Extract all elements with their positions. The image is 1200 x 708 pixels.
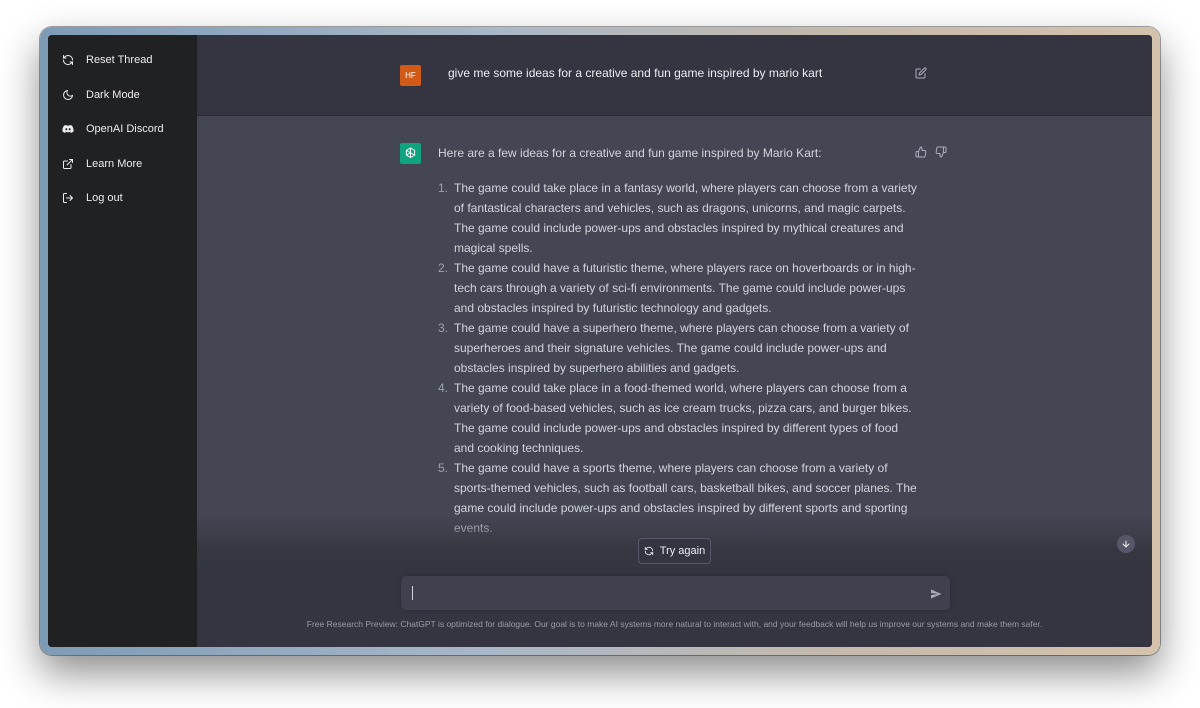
edit-icon[interactable] <box>915 66 927 79</box>
composer-area: Free Research Preview: ChatGPT is optimi… <box>197 567 1152 647</box>
sidebar-item-openai-discord[interactable]: OpenAI Discord <box>54 114 191 144</box>
sidebar-item-label: Reset Thread <box>86 54 153 66</box>
try-again-button[interactable]: Try again <box>638 538 711 564</box>
assistant-intro-text: Here are a few ideas for a creative and … <box>438 146 822 160</box>
footer-note: Free Research Preview: ChatGPT is optimi… <box>306 619 1043 629</box>
prompt-input[interactable] <box>409 582 913 606</box>
scroll-to-bottom-button[interactable] <box>1117 535 1135 553</box>
user-message-row: HF give me some ideas for a creative and… <box>197 35 1152 116</box>
feedback-buttons <box>915 146 947 158</box>
ideas-list: 1. The game could take place in a fantasy… <box>438 178 918 538</box>
list-number: 3. <box>438 321 449 335</box>
sidebar-item-log-out[interactable]: Log out <box>54 183 191 213</box>
list-number: 4. <box>438 381 449 395</box>
chatgpt-logo-icon <box>400 143 421 164</box>
list-number: 5. <box>438 461 449 475</box>
refresh-icon <box>62 54 74 66</box>
send-icon[interactable] <box>930 587 942 599</box>
list-number: 1. <box>438 181 449 195</box>
text-caret <box>412 586 413 600</box>
external-link-icon <box>62 158 74 170</box>
chat-main: HF give me some ideas for a creative and… <box>197 35 1152 647</box>
sidebar-item-learn-more[interactable]: Learn More <box>54 149 191 179</box>
sidebar-item-label: Log out <box>86 192 123 204</box>
prompt-box <box>401 576 950 610</box>
logout-icon <box>62 192 74 204</box>
sidebar-item-reset-thread[interactable]: Reset Thread <box>54 45 191 75</box>
assistant-message-row: Here are a few ideas for a creative and … <box>197 116 1152 567</box>
list-item-text: The game could have a futuristic theme, … <box>454 261 916 315</box>
list-item-text: The game could take place in a fantasy w… <box>454 181 917 255</box>
arrow-down-icon <box>1122 540 1130 548</box>
sidebar-item-label: OpenAI Discord <box>86 123 164 135</box>
app-window-frame: Reset Thread Dark Mode OpenAI Discord Le… <box>40 27 1160 655</box>
refresh-icon <box>644 546 653 556</box>
thumbs-up-icon[interactable] <box>915 146 927 158</box>
list-item: 4. The game could take place in a food-th… <box>438 378 918 458</box>
list-item-text: The game could take place in a food-them… <box>454 381 912 455</box>
sidebar-item-label: Learn More <box>86 157 143 170</box>
list-item: 3. The game could have a superhero theme,… <box>438 318 918 378</box>
app-window: Reset Thread Dark Mode OpenAI Discord Le… <box>48 35 1152 647</box>
sidebar: Reset Thread Dark Mode OpenAI Discord Le… <box>48 35 197 647</box>
moon-icon <box>62 89 74 101</box>
sidebar-item-label: Dark Mode <box>86 88 140 101</box>
try-again-label: Try again <box>659 545 706 557</box>
list-item: 1. The game could take place in a fantasy… <box>438 178 918 258</box>
list-item-text: The game could have a superhero theme, w… <box>454 321 909 375</box>
list-item: 2. The game could have a futuristic theme… <box>438 258 918 318</box>
discord-icon <box>62 123 74 135</box>
user-avatar: HF <box>400 65 421 86</box>
list-number: 2. <box>438 261 449 275</box>
user-message-text: give me some ideas for a creative and fu… <box>448 66 823 80</box>
thumbs-down-icon[interactable] <box>935 146 947 158</box>
sidebar-item-dark-mode[interactable]: Dark Mode <box>54 80 191 110</box>
